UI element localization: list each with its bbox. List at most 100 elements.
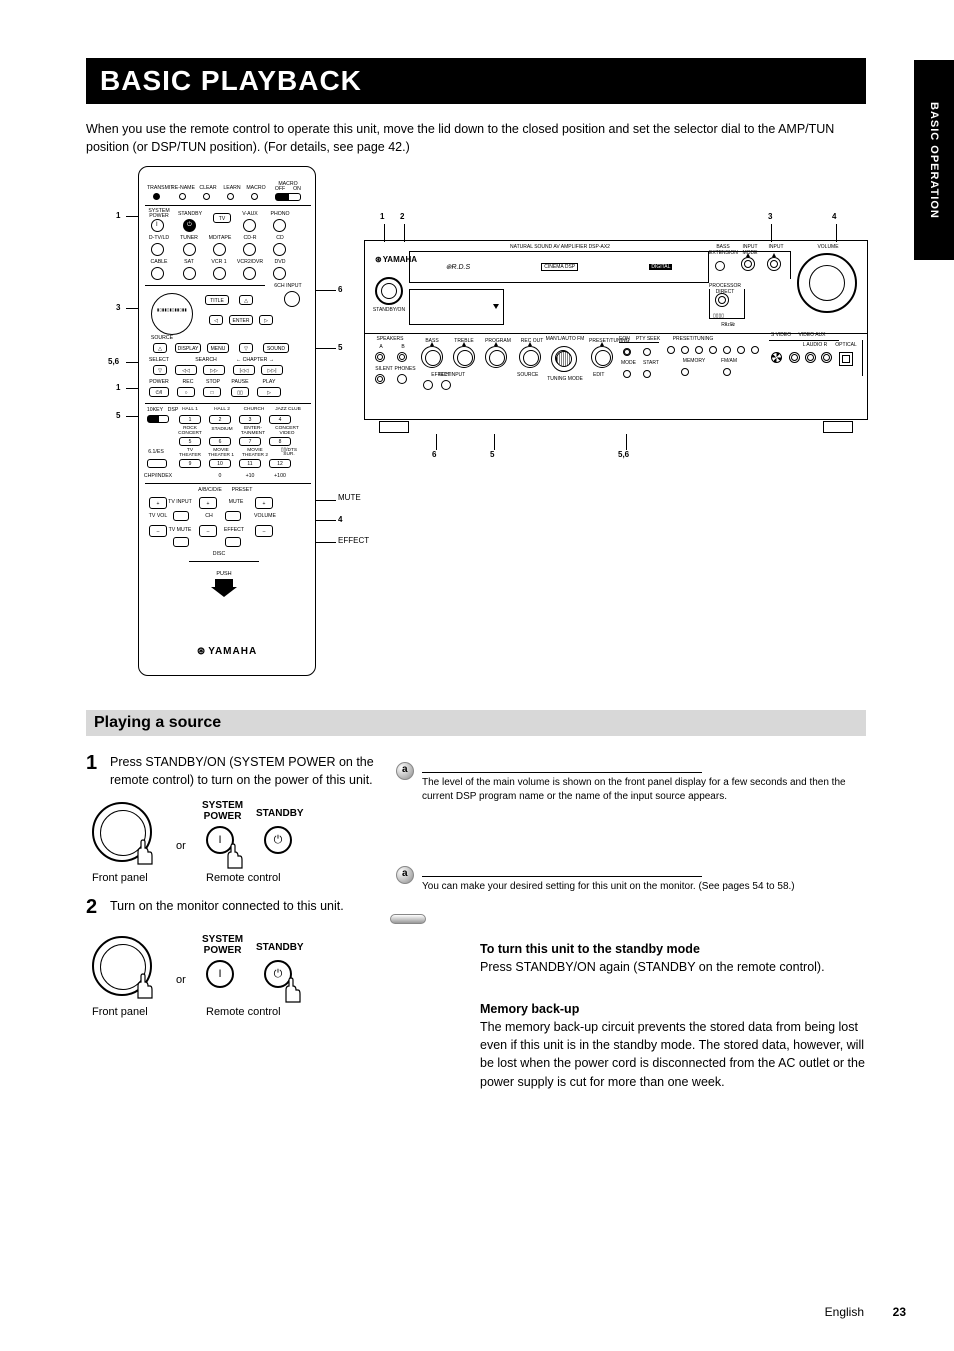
unit-lower-panel: SPEAKERS A B SILENT PHONES BASS TREBLE E… [365,333,867,419]
61es-button[interactable] [147,459,167,468]
selector-dial[interactable] [151,293,193,335]
tvinput-btn[interactable] [173,511,189,521]
lbl-rename: RE-NAME [171,185,195,191]
source-up[interactable]: △ [153,343,167,353]
sound-button[interactable]: SOUND [263,343,289,353]
chapter-prev[interactable]: |◁◁ [233,365,255,375]
search-ff[interactable]: ▷▷ [203,365,225,375]
tvmute-btn[interactable] [173,537,189,547]
mdtape-button[interactable] [213,243,226,256]
sat-button[interactable] [183,267,196,280]
lbl-vaux: V-AUX [239,211,261,217]
unit-door[interactable] [409,289,504,325]
vol-down[interactable]: – [255,525,273,537]
unit-ptyseek-btn[interactable] [643,348,651,356]
10key-switch[interactable] [147,415,169,423]
callout-remote-1b: 1 [116,383,120,392]
tv-button[interactable]: TV [213,213,231,223]
ch-up[interactable]: + [199,497,217,509]
vaux-button[interactable] [243,219,256,232]
dsp-4[interactable]: 4 [269,415,291,424]
unit-tune-7[interactable] [751,346,759,354]
unit-tune-6[interactable] [737,346,745,354]
tvvol-up[interactable]: + [149,497,167,509]
dsp-10[interactable]: 10 [209,459,231,468]
unit-program-knob[interactable] [485,346,507,368]
pause-button[interactable]: ▯▯ [231,387,249,397]
dsp-12[interactable]: 12 [269,459,291,468]
unit-volume-lbl: VOLUME [813,244,843,250]
ch-down[interactable]: – [199,525,217,537]
unit-preset-knob[interactable] [591,346,613,368]
dsp-2[interactable]: 2 [209,415,231,424]
play-button[interactable]: ▷ [257,387,281,397]
lbl-pause: PAUSE [229,379,251,385]
unit-recout-knob[interactable] [519,346,541,368]
display-button[interactable]: DISPLAY [175,343,201,353]
unit-tune-5[interactable] [723,346,731,354]
cd-button[interactable] [273,243,286,256]
dsp-11[interactable]: 11 [239,459,261,468]
unit-effect-btn[interactable] [423,380,433,390]
power-button[interactable]: ⏻/I [149,387,169,397]
dsp-8[interactable]: 8 [269,437,291,446]
phono-button[interactable] [273,219,286,232]
nav-up[interactable]: △ [239,295,253,305]
system-power-button[interactable]: I [151,219,164,232]
unit-bass-knob[interactable] [421,346,443,368]
6ch-button[interactable] [284,291,300,307]
lbl-6ch: 6CH INPUT [271,283,305,289]
vol-up[interactable]: + [255,497,273,509]
chapter-next[interactable]: ▷▷| [261,365,283,375]
dsp-1[interactable]: 1 [179,415,201,424]
dvd-button[interactable] [273,267,286,280]
step2-text: Turn on the monitor connected to this un… [110,898,380,916]
step1-standby-btn[interactable]: ⏻ [264,826,292,854]
unit-start-btn[interactable] [643,370,651,378]
unit-tune-3[interactable] [695,346,703,354]
unit-mode-btn[interactable] [623,370,631,378]
unit-phones[interactable] [397,374,407,384]
tvvol-down[interactable]: – [149,525,167,537]
effect-btn[interactable] [225,537,241,547]
lbl-cd: CD [269,235,291,241]
unit-6ch-btn[interactable] [441,380,451,390]
callout-remote-mute: MUTE [338,493,361,502]
unit-mem-btn[interactable] [681,368,689,376]
dsp-3[interactable]: 3 [239,415,261,424]
nav-left[interactable]: ◁ [209,315,223,325]
unit-svideo-jack[interactable] [771,352,782,363]
cdr-button[interactable] [243,243,256,256]
unit-treble-knob[interactable] [453,346,475,368]
cable-button[interactable] [151,267,164,280]
dsp-9[interactable]: 9 [179,459,201,468]
dsp-7[interactable]: 7 [239,437,261,446]
step2-syspower-btn[interactable]: I [206,960,234,988]
menu-button[interactable]: MENU [207,343,229,353]
macro-switch[interactable] [275,193,301,201]
stop-button[interactable]: □ [203,387,221,397]
mute-btn[interactable] [225,511,241,521]
tuner-button[interactable] [183,243,196,256]
lbl-dvd: DVD [269,259,291,265]
unit-tune-1[interactable] [667,346,675,354]
unit-inputmode-lbl: INPUT MODE [735,244,765,256]
dsp-5[interactable]: 5 [179,437,201,446]
search-rew[interactable]: ◁◁ [175,365,197,375]
nav-right[interactable]: ▷ [259,315,273,325]
nav-down[interactable]: ▽ [239,343,253,353]
finger-icon [132,972,156,1000]
dsp-6[interactable]: 6 [209,437,231,446]
dtvld-button[interactable] [151,243,164,256]
unit-fmam-btn[interactable] [723,368,731,376]
rec-button[interactable]: ○ [177,387,195,397]
unit-tune-2[interactable] [681,346,689,354]
vcr1-button[interactable] [213,267,226,280]
title-button[interactable]: TITLE [205,295,229,305]
standby-button[interactable]: ⏻ [183,219,196,232]
unit-tune-4[interactable] [709,346,717,354]
vcr2-button[interactable] [243,267,256,280]
lbl-disc: DISC [199,551,239,557]
enter-button[interactable]: ENTER [229,315,253,325]
select-down[interactable]: ▽ [153,365,167,375]
